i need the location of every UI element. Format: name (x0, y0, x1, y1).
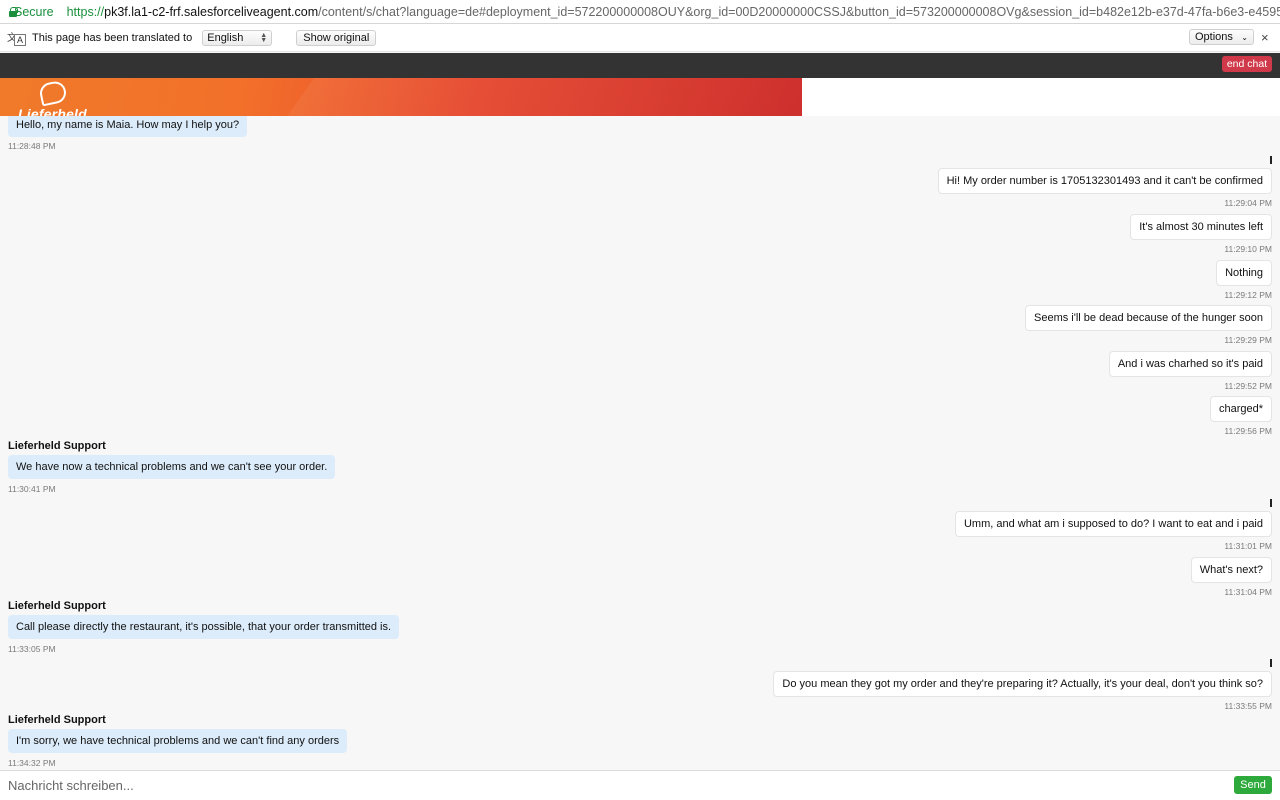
translate-message: This page has been translated to (32, 31, 193, 44)
url-path[interactable]: /content/s/chat?language=de#deployment_i… (318, 5, 1280, 19)
message-time: 11:29:29 PM (1224, 335, 1272, 345)
user-message: Umm, and what am i supposed to do? I wan… (954, 511, 1272, 537)
message-time: 11:29:12 PM (1224, 290, 1272, 300)
close-icon[interactable]: × (1261, 30, 1269, 45)
options-button[interactable]: Options ⌄ (1189, 29, 1254, 45)
language-value: English (207, 31, 244, 44)
message-time: 11:28:48 PM (8, 141, 56, 151)
secure-label: Secure (14, 4, 54, 19)
send-button[interactable]: Send (1234, 776, 1272, 794)
message-input[interactable] (0, 771, 1220, 800)
user-message: What's next? (1190, 557, 1272, 583)
message-time: 11:33:05 PM (8, 644, 56, 654)
lieferheld-logo: Lieferheld (18, 79, 90, 116)
chevron-down-icon: ⌄ (1241, 32, 1248, 42)
end-chat-button[interactable]: end chat (1222, 56, 1272, 72)
user-message: Seems i'll be dead because of the hunger… (1025, 305, 1272, 331)
logo-text: Lieferheld (18, 106, 87, 116)
address-bar[interactable]: Secure https://pk3f.la1-c2-frf.salesforc… (0, 0, 1280, 24)
agent-message: Hello, my name is Maia. How may I help y… (8, 116, 248, 137)
message-time: 11:29:04 PM (1224, 198, 1272, 208)
user-message: Do you mean they got my order and they'r… (773, 671, 1272, 697)
translate-bar: 文A This page has been translated to Engl… (0, 24, 1280, 52)
user-message: It's almost 30 minutes left (1130, 214, 1272, 240)
user-message: Hi! My order number is 1705132301493 and… (937, 168, 1272, 194)
url-scheme[interactable]: https:// (67, 5, 105, 19)
message-time: 11:29:10 PM (1224, 244, 1272, 254)
agent-message: I'm sorry, we have technical problems an… (8, 729, 348, 753)
user-message: And i was charhed so it's paid (1108, 351, 1272, 377)
brand-banner: Lieferheld (0, 78, 802, 116)
sender-marker (1270, 659, 1272, 667)
chat-transcript[interactable]: Hello, my name is Maia. How may I help y… (0, 116, 1280, 770)
composer: Send (0, 770, 1280, 800)
logo-mark-icon (37, 79, 69, 107)
translate-icon: 文A (7, 29, 27, 47)
show-original-button[interactable]: Show original (296, 29, 377, 46)
language-select[interactable]: English ▲ ▼ (202, 29, 273, 46)
agent-message: We have now a technical problems and we … (8, 455, 336, 479)
message-time: 11:34:32 PM (8, 758, 56, 768)
sender-name: Lieferheld Support (8, 440, 106, 452)
user-message: charged* (1209, 396, 1272, 422)
sender-marker (1270, 156, 1272, 164)
message-time: 11:29:52 PM (1224, 381, 1272, 391)
url-host[interactable]: pk3f.la1-c2-frf.salesforceliveagent.com (104, 5, 318, 19)
sender-name: Lieferheld Support (8, 714, 106, 726)
sender-marker (1270, 499, 1272, 507)
options-label: Options (1195, 31, 1233, 43)
agent-message: Call please directly the restaurant, it'… (8, 615, 400, 639)
chat-header: end chat (0, 53, 1280, 78)
message-time: 11:31:01 PM (1224, 541, 1272, 551)
message-time: 11:30:41 PM (8, 484, 56, 494)
message-time: 11:31:04 PM (1224, 587, 1272, 597)
banner-spacer (802, 78, 1280, 116)
updown-arrows-icon: ▲ ▼ (260, 31, 268, 44)
user-message: Nothing (1216, 260, 1272, 286)
sender-name: Lieferheld Support (8, 600, 106, 612)
message-time: 11:33:55 PM (1224, 701, 1272, 711)
message-time: 11:29:56 PM (1224, 426, 1272, 436)
